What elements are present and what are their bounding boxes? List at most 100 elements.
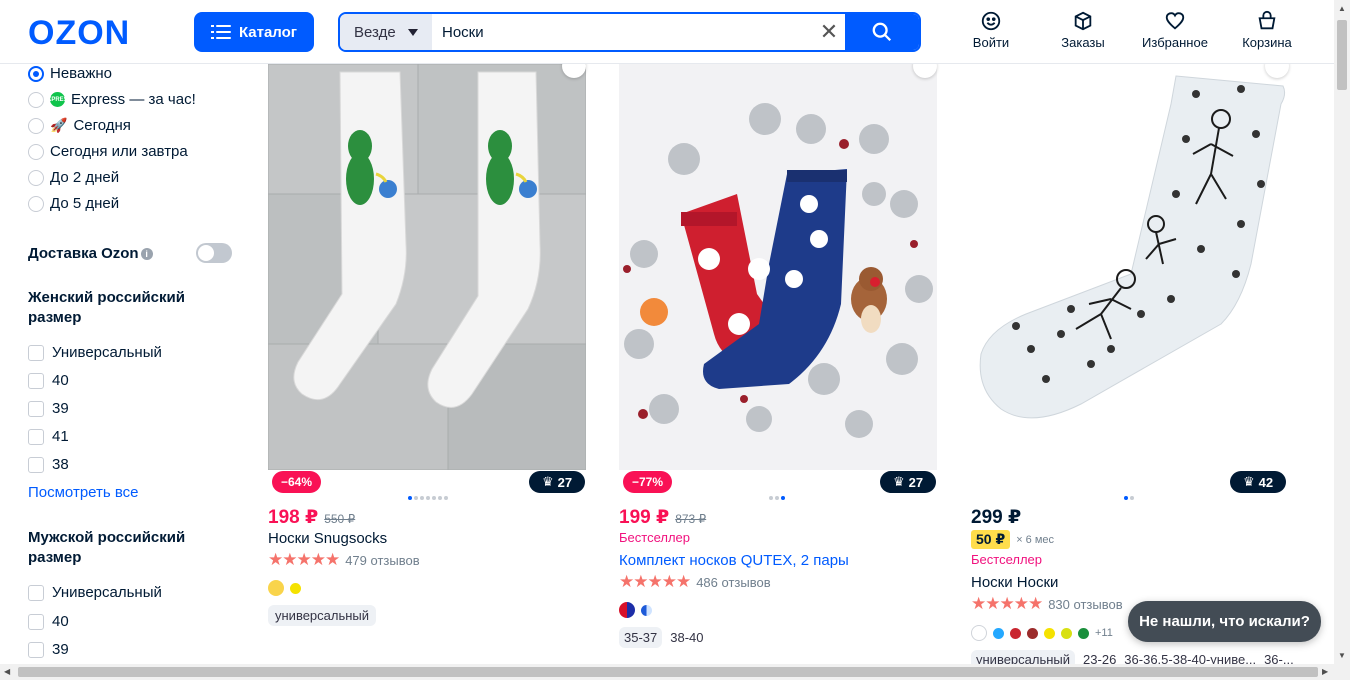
rocket-icon: 🚀 — [50, 117, 68, 133]
color-swatch[interactable] — [1078, 627, 1089, 639]
checkbox[interactable] — [28, 456, 44, 473]
women-size-option[interactable]: Универсальный — [28, 344, 162, 361]
color-swatch[interactable] — [1027, 627, 1038, 639]
show-all-link[interactable]: Посмотреть все — [28, 484, 139, 501]
scroll-left-icon[interactable]: ◀ — [4, 667, 10, 676]
price: 299 ₽ — [971, 507, 1022, 528]
product-card: ••• −77% ♛27 199 ₽ 873 ₽ Бестселлер Комп… — [619, 54, 939, 648]
favorites-nav[interactable]: Избранное — [1132, 10, 1218, 50]
men-size-option[interactable]: 39 — [28, 641, 69, 658]
radio[interactable] — [28, 91, 44, 108]
size-label: 38 — [52, 456, 69, 473]
reviews-count[interactable]: 479 отзывов — [345, 553, 419, 568]
cart-nav[interactable]: Корзина — [1224, 10, 1310, 50]
catalog-button[interactable]: Каталог — [194, 12, 314, 52]
cart-icon — [1258, 10, 1276, 30]
info-icon[interactable]: i — [140, 248, 153, 261]
reviews-count[interactable]: 830 отзывов — [1048, 597, 1122, 612]
crown-count: 27 — [908, 474, 924, 490]
checkbox[interactable] — [28, 400, 44, 417]
more-colors[interactable]: +11 — [1095, 627, 1113, 639]
men-size-option[interactable]: 40 — [28, 613, 69, 630]
image-carousel-dots[interactable] — [769, 496, 785, 500]
search-button[interactable] — [845, 14, 919, 50]
checkbox[interactable] — [28, 613, 44, 630]
search-input[interactable] — [432, 14, 813, 50]
delivery-option-express[interactable]: EXPRESS Express — за час! — [28, 91, 196, 108]
ozon-logo[interactable]: OZON — [28, 14, 130, 53]
product-title[interactable]: Носки Snugsocks — [268, 530, 387, 547]
delivery-option-2-days[interactable]: До 2 дней — [28, 169, 119, 186]
scrollbar-thumb[interactable] — [1337, 20, 1347, 90]
crown-icon: ♛ — [541, 474, 554, 489]
delivery-option-any[interactable]: Неважно — [28, 65, 112, 82]
clear-icon[interactable]: ✕ — [813, 14, 845, 50]
product-title[interactable]: Носки Носки — [971, 574, 1058, 591]
color-swatch[interactable] — [1044, 627, 1055, 639]
women-size-option[interactable]: 40 — [28, 372, 69, 389]
image-carousel-dots[interactable] — [1124, 496, 1134, 500]
price-row: 299 ₽ — [971, 506, 1021, 529]
product-title[interactable]: Комплект носков QUTEX, 2 пары — [619, 552, 849, 569]
not-found-help-button[interactable]: Не нашли, что искали? — [1128, 601, 1321, 642]
horizontal-scrollbar[interactable]: ◀ ▶ — [0, 664, 1350, 680]
size-option[interactable]: 38-40 — [670, 630, 703, 645]
ozon-delivery-toggle[interactable] — [196, 243, 232, 263]
color-swatch[interactable] — [290, 582, 301, 594]
product-image[interactable] — [619, 64, 937, 470]
discount-badge: −77% — [623, 471, 673, 493]
checkbox[interactable] — [28, 344, 44, 361]
checkbox[interactable] — [28, 372, 44, 389]
radio-selected[interactable] — [28, 65, 44, 82]
size-label: 40 — [52, 613, 69, 630]
radio[interactable] — [28, 195, 44, 212]
color-swatch[interactable] — [641, 604, 652, 616]
scroll-up-icon[interactable]: ▲ — [1338, 4, 1346, 13]
installment-offer[interactable]: 50 ₽ × 6 мес — [971, 530, 1054, 549]
men-size-option[interactable]: Универсальный — [28, 584, 162, 601]
size-chip[interactable]: 35-37 — [619, 627, 663, 648]
women-size-option[interactable]: 41 — [28, 428, 69, 445]
color-swatch[interactable] — [993, 627, 1004, 639]
color-swatch[interactable] — [619, 602, 635, 618]
radio[interactable] — [28, 169, 44, 186]
checkbox[interactable] — [28, 584, 44, 601]
size-chip[interactable]: универсальный — [268, 605, 377, 626]
radio[interactable] — [28, 117, 44, 134]
women-size-option[interactable]: 38 — [28, 456, 69, 473]
login-nav[interactable]: Войти — [948, 10, 1034, 50]
color-swatch[interactable] — [971, 625, 987, 641]
crown-badge: ♛ 27 — [529, 471, 585, 493]
checkbox[interactable] — [28, 428, 44, 445]
delivery-option-5-days[interactable]: До 5 дней — [28, 195, 119, 212]
stars-icon: ★★★★★ — [619, 572, 691, 591]
delivery-option-label: До 2 дней — [50, 169, 120, 186]
crown-icon: ♛ — [892, 474, 905, 489]
delivery-option-today[interactable]: 🚀 Сегодня — [28, 117, 131, 134]
radio[interactable] — [28, 143, 44, 160]
image-carousel-dots[interactable] — [408, 496, 448, 500]
stars-icon: ★★★★★ — [971, 594, 1043, 613]
orders-nav[interactable]: Заказы — [1040, 10, 1126, 50]
color-swatch[interactable] — [1010, 627, 1021, 639]
women-size-option[interactable]: 39 — [28, 400, 69, 417]
bestseller-badge: Бестселлер — [619, 530, 690, 545]
color-swatch[interactable] — [268, 580, 284, 596]
scroll-right-icon[interactable]: ▶ — [1322, 667, 1328, 676]
crown-icon: ♛ — [1242, 474, 1255, 489]
checkbox[interactable] — [28, 641, 44, 658]
delivery-option-label: Express — за час! — [71, 91, 196, 108]
color-swatches — [268, 580, 301, 596]
favorites-label: Избранное — [1142, 35, 1208, 50]
product-image[interactable] — [268, 64, 586, 470]
color-swatch[interactable] — [1061, 627, 1072, 639]
delivery-option-today-tomorrow[interactable]: Сегодня или завтра — [28, 143, 188, 160]
product-image[interactable] — [971, 64, 1289, 470]
smile-icon — [981, 11, 1001, 31]
scrollbar-thumb[interactable] — [18, 667, 1318, 677]
reviews-count[interactable]: 486 отзывов — [696, 575, 770, 590]
scroll-down-icon[interactable]: ▼ — [1338, 651, 1346, 660]
vertical-scrollbar[interactable]: ▲ ▼ — [1334, 0, 1350, 664]
price: 199 ₽ — [619, 507, 670, 528]
search-scope-select[interactable]: Везде — [340, 14, 432, 50]
